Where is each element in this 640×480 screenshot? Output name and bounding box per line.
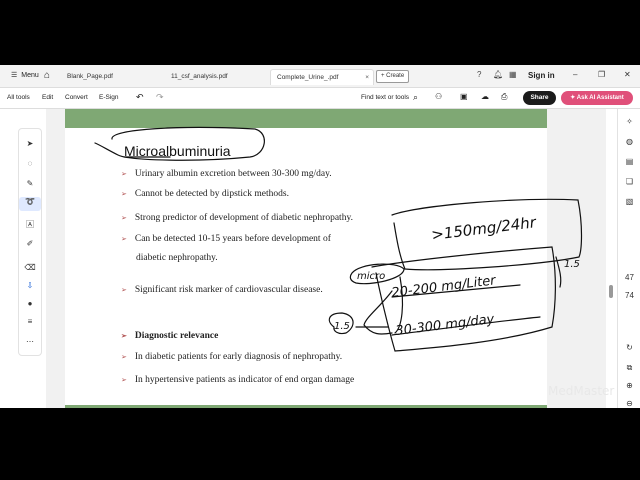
- more-icon[interactable]: ⋯: [19, 337, 41, 346]
- slide-footer-bar: [65, 405, 547, 408]
- tab-complete-urine[interactable]: Complete_Urine_.pdf ×: [270, 69, 374, 85]
- stamp-icon[interactable]: ✐: [19, 239, 41, 248]
- bullet-arrow-icon: ➢: [121, 235, 127, 243]
- bullet-text: Urinary albumin excretion between 30-300…: [134, 169, 332, 179]
- ai-assistant-label: Ask AI Assistant: [576, 95, 624, 101]
- close-tab-icon[interactable]: ×: [365, 70, 369, 85]
- pdf-page: Microalbuminuria ➢ Urinary albumin excret…: [65, 109, 547, 408]
- create-button[interactable]: + Create: [376, 70, 410, 83]
- bullet-arrow-icon: ➢: [121, 286, 127, 294]
- ai-assistant-button[interactable]: ✦ Ask AI Assistant: [561, 91, 633, 105]
- draw-freehand-icon[interactable]: ➰: [19, 197, 41, 211]
- ai-spark-icon[interactable]: ✧: [618, 117, 640, 126]
- page-current[interactable]: 47: [618, 273, 640, 282]
- right-side-panel: ✧ ◍ ▤ ❏ ▧ 47 74 ↻ ⧉ ⊕ ⊖: [617, 109, 640, 408]
- tab-csf-analysis[interactable]: 11_csf_analysis.pdf: [165, 69, 273, 84]
- main-toolbar: All tools Edit Convert E-Sign ↶ ↷ Find t…: [0, 88, 640, 109]
- slide-header-bar: [65, 109, 547, 128]
- sign-in-button[interactable]: Sign in: [528, 71, 555, 80]
- print-icon[interactable]: ⎙: [501, 92, 507, 102]
- bullet-text: Significant risk marker of cardiovascula…: [134, 285, 323, 295]
- bullet-arrow-icon: ➢: [121, 353, 127, 361]
- comment-panel-icon[interactable]: ◍: [618, 137, 640, 146]
- upload-icon[interactable]: ☁: [481, 92, 489, 101]
- home-icon[interactable]: ⌂: [44, 70, 50, 81]
- highlight-pen-icon[interactable]: ✎: [19, 179, 41, 188]
- tab-label: 11_csf_analysis.pdf: [171, 73, 228, 80]
- bullet-item: ➢ Significant risk marker of cardiovascul…: [121, 285, 323, 295]
- bullet-arrow-icon: ➢: [121, 214, 127, 222]
- tab-blank-page[interactable]: Blank_Page.pdf: [61, 69, 163, 84]
- color-dot-icon[interactable]: ●: [19, 299, 41, 308]
- select-cursor-icon[interactable]: ➤: [19, 139, 41, 148]
- pin-icon[interactable]: ⇩: [19, 281, 41, 290]
- ai-read-icon[interactable]: ⚇: [435, 92, 442, 101]
- bullet-arrow-icon: ➢: [121, 376, 127, 384]
- convert-button[interactable]: Convert: [65, 94, 88, 101]
- bullet-item: ➢ In diabetic patients for early diagnosi…: [121, 352, 342, 362]
- bullet-item: ➢ Strong predictor of development of diab…: [121, 213, 353, 223]
- hamburger-icon: ☰: [11, 72, 18, 79]
- line-weight-icon[interactable]: ≡: [19, 317, 41, 326]
- help-icon[interactable]: ?: [477, 70, 481, 79]
- bullet-arrow-icon: ➢: [121, 190, 127, 198]
- bullet-text: Cannot be detected by dipstick methods.: [134, 189, 289, 199]
- close-window-icon[interactable]: ✕: [624, 70, 631, 79]
- bullet-continuation: diabetic nephropathy.: [136, 253, 218, 263]
- fit-page-icon[interactable]: ⧉: [618, 363, 640, 373]
- search-icon[interactable]: ⌕: [413, 92, 418, 103]
- section-heading-text: Diagnostic relevance: [134, 331, 219, 341]
- bullet-item: ➢ Cannot be detected by dipstick methods.: [121, 189, 289, 199]
- attachments-icon[interactable]: ▧: [618, 197, 640, 206]
- bullet-text: Strong predictor of development of diabe…: [134, 213, 353, 223]
- pdf-reader-window: ☰ Menu ⌂ Blank_Page.pdf 11_csf_analysis.p…: [0, 65, 640, 408]
- undo-icon[interactable]: ↶: [136, 92, 144, 103]
- zoom-out-icon[interactable]: ⊖: [618, 399, 640, 408]
- scrollbar-thumb[interactable]: [609, 285, 613, 298]
- minimize-icon[interactable]: –: [573, 70, 577, 79]
- comment-icon[interactable]: ◌: [19, 159, 41, 168]
- menu-button[interactable]: ☰ Menu: [7, 71, 39, 79]
- pages-icon[interactable]: ❏: [618, 177, 640, 186]
- section-heading: ➢ Diagnostic relevance: [121, 331, 218, 341]
- bullet-text: Can be detected 10-15 years before devel…: [134, 234, 331, 244]
- bookmark-icon[interactable]: ▤: [618, 157, 640, 166]
- annotation-toolbar: ➤ ◌ ✎ ➰ 🄰 ✐ ⌫ ⇩ ● ≡ ⋯: [18, 128, 42, 356]
- page-total: 74: [625, 291, 634, 300]
- tab-label: Complete_Urine_.pdf: [277, 74, 339, 81]
- text-box-icon[interactable]: 🄰: [19, 219, 41, 230]
- bullet-text: In hypertensive patients as indicator of…: [134, 375, 355, 385]
- redo-icon[interactable]: ↷: [156, 92, 164, 103]
- menu-label: Menu: [21, 72, 39, 79]
- tab-label: Blank_Page.pdf: [67, 73, 113, 80]
- bullet-arrow-icon: ➢: [121, 170, 127, 178]
- eraser-icon[interactable]: ⌫: [19, 263, 41, 272]
- all-tools-button[interactable]: All tools: [7, 94, 30, 101]
- esign-button[interactable]: E-Sign: [99, 94, 119, 101]
- bell-icon[interactable]: 🔔︎: [493, 70, 503, 79]
- bullet-item: ➢ In hypertensive patients as indicator o…: [121, 375, 354, 385]
- edit-button[interactable]: Edit: [42, 94, 53, 101]
- apps-grid-icon[interactable]: ▦: [509, 70, 517, 79]
- find-tools-input[interactable]: Find text or tools: [361, 94, 409, 101]
- share-button[interactable]: Share: [523, 91, 556, 105]
- bullet-item: ➢ Can be detected 10-15 years before deve…: [121, 234, 331, 244]
- bullet-text: In diabetic patients for early diagnosis…: [134, 352, 343, 362]
- bullet-item: ➢ Urinary albumin excretion between 30-30…: [121, 169, 332, 179]
- refresh-icon[interactable]: ↻: [618, 343, 640, 352]
- save-icon[interactable]: ▣: [460, 92, 468, 101]
- restore-icon[interactable]: ❐: [598, 70, 605, 79]
- tab-bar: ☰ Menu ⌂ Blank_Page.pdf 11_csf_analysis.p…: [0, 65, 640, 88]
- zoom-in-icon[interactable]: ⊕: [618, 381, 640, 390]
- bullet-arrow-icon: ➢: [121, 332, 127, 340]
- slide-title: Microalbuminuria: [124, 143, 231, 159]
